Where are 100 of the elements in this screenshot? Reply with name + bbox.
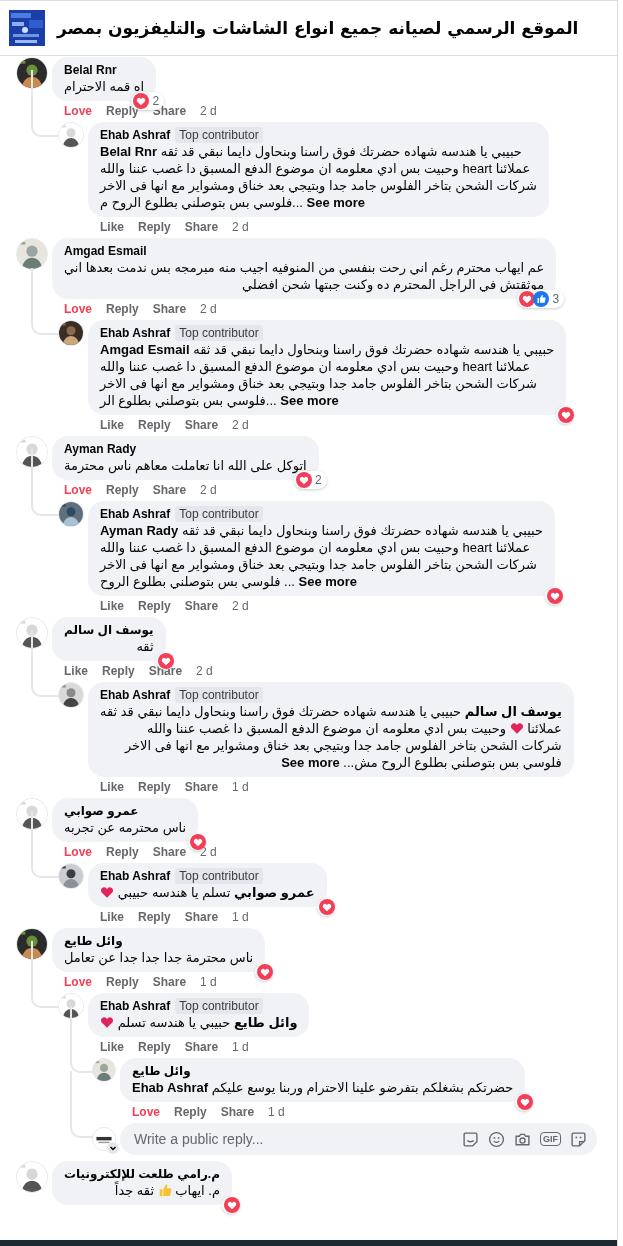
author-name[interactable]: Belal Rnr bbox=[64, 63, 117, 77]
reply-link[interactable]: Reply bbox=[138, 418, 171, 432]
contributor-badge: Top contributor bbox=[175, 998, 263, 1014]
heart-emoji-icon bbox=[509, 721, 524, 735]
reaction-badge[interactable] bbox=[515, 1093, 534, 1111]
timestamp[interactable]: 2 d bbox=[232, 418, 249, 432]
sticker-icon[interactable] bbox=[570, 1130, 587, 1148]
author-name[interactable]: Ehab Ashraf bbox=[100, 999, 171, 1013]
author-name[interactable]: Ehab Ashraf bbox=[100, 507, 171, 521]
reaction-badge[interactable] bbox=[545, 587, 564, 605]
see-more-link[interactable]: See more bbox=[281, 755, 340, 770]
thread-line bbox=[31, 630, 59, 697]
share-link[interactable]: Share bbox=[152, 845, 187, 859]
author-name[interactable]: يوسف ال سالم bbox=[64, 623, 154, 637]
share-link[interactable]: Share bbox=[184, 910, 219, 924]
reaction-count: 2 bbox=[151, 94, 160, 108]
reply-link[interactable]: Reply bbox=[106, 302, 139, 316]
author-name[interactable]: Ehab Ashraf bbox=[100, 869, 171, 883]
reaction-badge[interactable] bbox=[255, 963, 274, 981]
react-link[interactable]: Like bbox=[100, 910, 124, 924]
comment-text: اه قمه الاحترام bbox=[64, 78, 145, 95]
share-link[interactable]: Share bbox=[220, 1105, 255, 1119]
reply-link[interactable]: Reply bbox=[106, 483, 139, 497]
timestamp[interactable]: 1 d bbox=[200, 975, 217, 989]
share-link[interactable]: Share bbox=[152, 483, 187, 497]
reaction-badge[interactable]: 3 bbox=[517, 290, 565, 308]
timestamp[interactable]: 2 d bbox=[232, 599, 249, 613]
reply-link[interactable]: Reply bbox=[138, 1040, 171, 1054]
see-more-link[interactable]: See more bbox=[280, 393, 339, 408]
react-link[interactable]: Like bbox=[100, 780, 124, 794]
author-name[interactable]: وائل طايع bbox=[132, 1064, 191, 1078]
share-link[interactable]: Share bbox=[184, 780, 219, 794]
reaction-badge[interactable] bbox=[316, 898, 335, 916]
thread-line bbox=[70, 1006, 93, 1073]
reply-link[interactable]: Reply bbox=[138, 220, 171, 234]
author-name[interactable]: Ayman Rady bbox=[64, 442, 137, 456]
share-link[interactable]: Share bbox=[184, 1040, 219, 1054]
reply-field[interactable]: Write a public reply... GIF bbox=[120, 1123, 597, 1155]
reply-link[interactable]: Reply bbox=[138, 910, 171, 924]
timestamp[interactable]: 2 d bbox=[200, 483, 217, 497]
author-name[interactable]: عمرو صوابي bbox=[64, 804, 139, 818]
heart-emoji-icon bbox=[100, 885, 114, 899]
react-link[interactable]: Love bbox=[132, 1105, 160, 1119]
react-link[interactable]: Love bbox=[64, 845, 92, 859]
react-link[interactable]: Like bbox=[100, 220, 124, 234]
see-more-link[interactable]: See more bbox=[306, 195, 366, 210]
timestamp[interactable]: 1 d bbox=[232, 910, 249, 924]
reply-link[interactable]: Reply bbox=[138, 599, 171, 613]
share-link[interactable]: Share bbox=[184, 220, 219, 234]
page-title[interactable]: الموقع الرسمي لصيانه جميع انواع الشاشات والتليفزيون بمصر bbox=[57, 18, 579, 38]
timestamp[interactable]: 1 d bbox=[232, 780, 249, 794]
reaction-count: 3 bbox=[551, 292, 561, 306]
share-link[interactable]: Share bbox=[184, 418, 219, 432]
contributor-badge: Top contributor bbox=[175, 127, 263, 143]
contributor-badge: Top contributor bbox=[175, 868, 263, 884]
thread-line bbox=[31, 70, 59, 137]
reply-link[interactable]: Reply bbox=[174, 1105, 207, 1119]
author-name[interactable]: Ehab Ashraf bbox=[100, 326, 171, 340]
sticker-icon[interactable] bbox=[462, 1130, 479, 1148]
smiley-icon[interactable] bbox=[488, 1130, 505, 1148]
react-link[interactable]: Like bbox=[100, 599, 124, 613]
timestamp[interactable]: 2 d bbox=[196, 664, 213, 678]
author-name[interactable]: Amgad Esmail bbox=[64, 244, 147, 258]
author-name[interactable]: وائل طايع bbox=[64, 934, 123, 948]
chevron-icon[interactable] bbox=[107, 1142, 119, 1154]
reaction-badge[interactable] bbox=[556, 406, 575, 424]
reply-link[interactable]: Reply bbox=[102, 664, 135, 678]
like-icon bbox=[533, 291, 550, 307]
author-name[interactable]: Ehab Ashraf bbox=[100, 128, 171, 142]
author-name[interactable]: م.رامي طلعت للإلكترونيات bbox=[64, 1167, 220, 1181]
timestamp[interactable]: 1 d bbox=[268, 1105, 285, 1119]
share-link[interactable]: Share bbox=[184, 599, 219, 613]
reply-link[interactable]: Reply bbox=[106, 975, 139, 989]
react-link[interactable]: Love bbox=[64, 975, 92, 989]
share-link[interactable]: Share bbox=[152, 302, 187, 316]
see-more-link[interactable]: See more bbox=[298, 574, 358, 589]
share-link[interactable]: Share bbox=[148, 664, 183, 678]
react-link[interactable]: Love bbox=[64, 104, 92, 118]
timestamp[interactable]: 2 d bbox=[232, 220, 249, 234]
thumbs-up-emoji-icon bbox=[157, 1183, 172, 1197]
reaction-badge[interactable] bbox=[221, 1196, 240, 1214]
react-link[interactable]: Love bbox=[64, 302, 92, 316]
timestamp[interactable]: 1 d bbox=[232, 1040, 249, 1054]
author-name[interactable]: Ehab Ashraf bbox=[100, 688, 171, 702]
comment-text: ناس محترمه عن تجربه bbox=[64, 819, 187, 836]
react-link[interactable]: Like bbox=[64, 664, 88, 678]
react-link[interactable]: Like bbox=[100, 1040, 124, 1054]
reply-link[interactable]: Reply bbox=[138, 780, 171, 794]
comment-text: عمرو صوابي تسلم يا هندسه حبيبي bbox=[117, 885, 315, 900]
gif-icon[interactable]: GIF bbox=[540, 1132, 561, 1146]
thread-line bbox=[31, 268, 59, 335]
comment-text: وحبيت بس ادي معلومه ان موضوع الدفع المسبق دا غصب عننا والله bbox=[147, 721, 506, 736]
timestamp[interactable]: 2 d bbox=[200, 302, 217, 316]
react-link[interactable]: Like bbox=[100, 418, 124, 432]
share-link[interactable]: Share bbox=[152, 975, 187, 989]
react-link[interactable]: Love bbox=[64, 483, 92, 497]
timestamp[interactable]: 2 d bbox=[200, 104, 217, 118]
comment-text: م. ايهاب bbox=[175, 1183, 220, 1198]
reply-link[interactable]: Reply bbox=[106, 845, 139, 859]
thread-line bbox=[31, 811, 59, 878]
